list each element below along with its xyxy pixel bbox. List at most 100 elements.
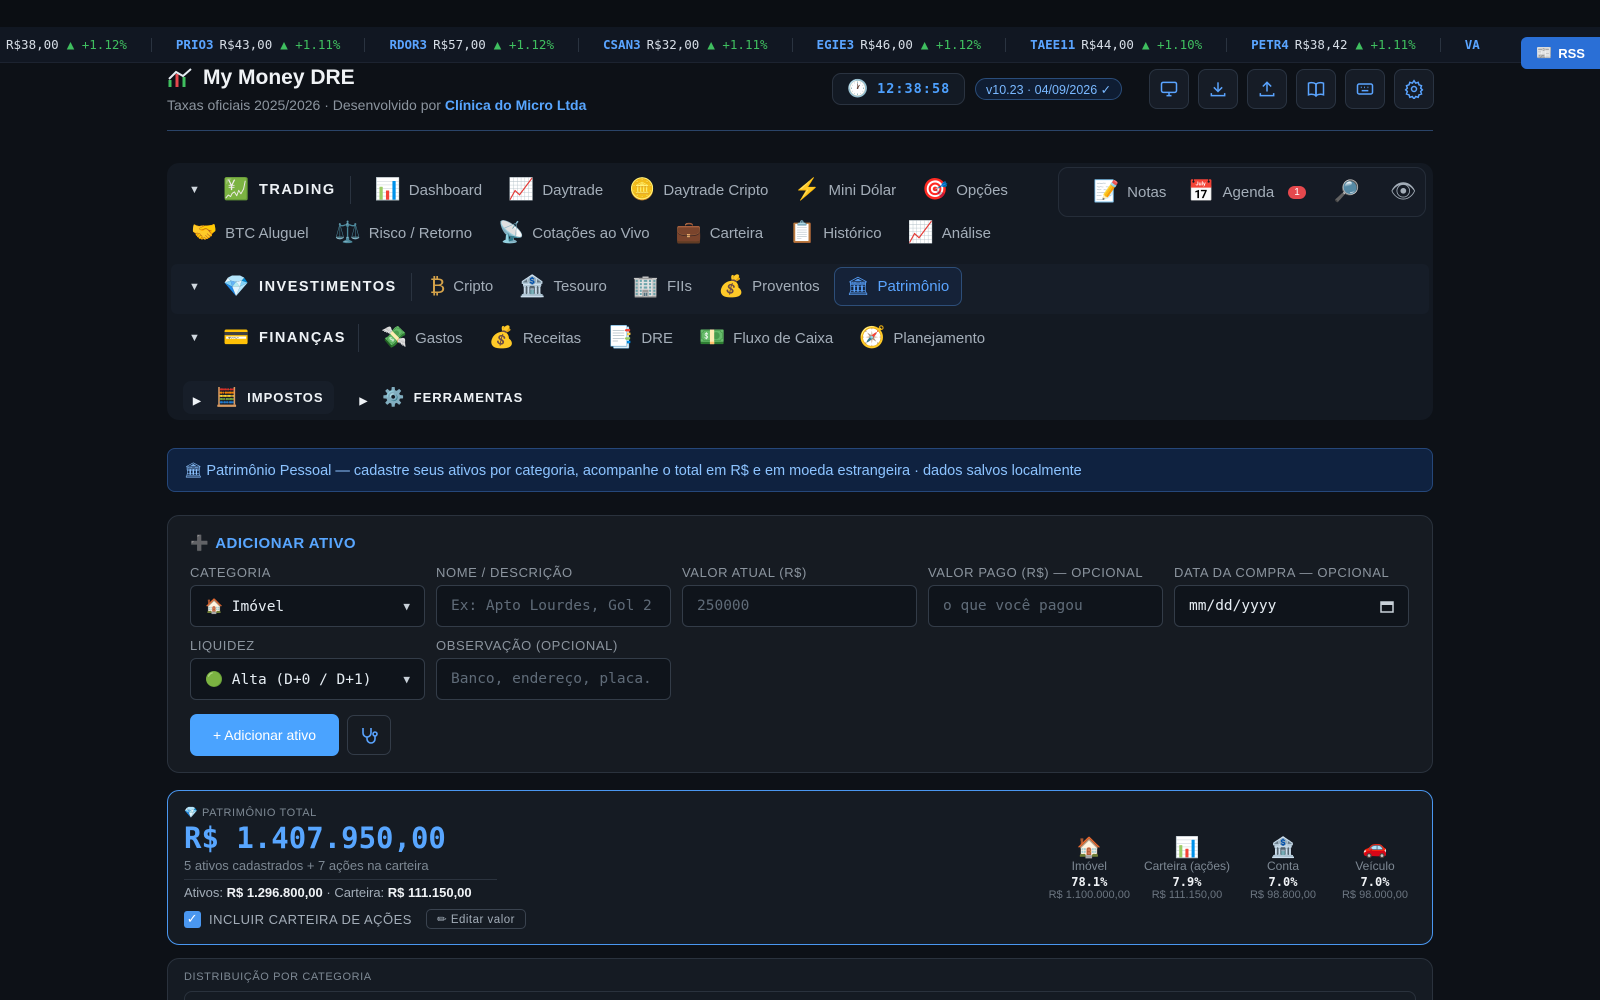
data-placeholder: mm/dd/yyyy [1189,598,1277,614]
category-carteira: 📊 Carteira (ações) 7.9% R$ 111.150,00 [1144,835,1230,901]
version-badge[interactable]: v10.23 · 04/09/2026 ✓ [975,78,1123,100]
notes-button[interactable]: 📝 Notas [1093,180,1166,204]
caret-right-icon: ▶ [359,396,369,407]
manual-button[interactable] [1296,69,1336,109]
nav-risco-retorno[interactable]: ⚖️ Risco / Retorno [335,221,473,245]
nav-gastos[interactable]: 💸 Gastos [381,326,463,350]
pago-input[interactable]: o que você pagou [928,585,1163,627]
total-divider [184,879,497,880]
category-name: Carteira (ações) [1143,859,1230,873]
carteira-value: R$ 111.150,00 [387,885,472,900]
edit-value-button[interactable]: ✏ Editar valor [425,909,526,929]
upload-button[interactable] [1247,69,1287,109]
ticker-item[interactable]: CSAN3 R$32,00 ▲ +1.11% [603,37,817,52]
bar-chart-icon: 📊 [1174,837,1200,859]
nav-planejamento[interactable]: 🧭 Planejamento [859,326,985,350]
rss-button[interactable]: 📰 RSS [1521,37,1600,69]
stethoscope-button[interactable] [347,715,391,755]
ticker-item[interactable]: VA [1465,37,1510,52]
add-asset-button[interactable]: + Adicionar ativo [190,714,339,756]
nav-investimentos-row: ▼ 💎 INVESTIMENTOS ₿ Cripto 🏦 Tesouro 🏢 FIIs 💰… [189,267,988,306]
nav-analise[interactable]: 📈 Análise [908,221,991,245]
group-label: IMPOSTOS [247,390,324,405]
eye-icon[interactable]: 👁 [1390,180,1417,204]
categoria-select[interactable]: 🏠 Imóvel ▼ [190,585,425,627]
valor-input[interactable]: 250000 [682,585,917,627]
chart-yen-icon: 💹 [223,178,252,201]
group-impostos[interactable]: ▶ 🧮 IMPOSTOS [183,381,334,414]
search-icon[interactable]: 🔎 [1334,180,1360,204]
abacus-icon: 🧮 [215,387,240,407]
bitcoin-icon: ₿ [429,274,446,298]
ticker-item[interactable]: EGIE3 R$46,00 ▲ +1.12% [817,37,1031,52]
group-ferramentas[interactable]: ▶ ⚙️ FERRAMENTAS [360,387,524,408]
card-title-text: ADICIONAR ATIVO [215,534,357,552]
data-input[interactable]: mm/dd/yyyy [1174,585,1409,627]
monitor-icon [1160,81,1178,97]
keyboard-shortcuts-button[interactable] [1345,69,1385,109]
nav-cotacoes[interactable]: 📡 Cotações ao Vivo [498,221,649,245]
keyboard-icon [1356,83,1374,95]
nav-dre[interactable]: 📑 DRE [607,326,673,350]
settings-button[interactable] [1394,69,1434,109]
chevron-down-icon: ▼ [403,672,410,686]
include-carteira-label: INCLUIR CARTEIRA DE AÇÕES [209,911,412,927]
category-name: Conta [1266,859,1300,873]
nav-proventos[interactable]: 💰 Proventos [718,275,820,299]
group-investimentos[interactable]: ▼ 💎 INVESTIMENTOS [189,275,397,299]
calendar-icon: 📅 [1188,180,1215,203]
include-carteira-checkbox[interactable]: ✓ [184,910,201,928]
category-percent: 7.0% [1360,875,1390,889]
ticker-item[interactable]: PRIO3 R$43,00 ▲ +1.11% [176,37,390,52]
ticker-item[interactable]: PETR4 R$38,42 ▲ +1.11% [1251,37,1465,52]
nav-historico[interactable]: 📋 Histórico [789,221,882,245]
data-label: DATA DA COMPRA — OPCIONAL [1174,565,1390,580]
caret-down-icon: ▼ [189,184,202,196]
nav-opcoes[interactable]: 🎯 Opções [922,178,1008,202]
liquidez-select[interactable]: 🟢 Alta (D+0 / D+1) ▼ [190,658,425,700]
credit-card-icon: 💳 [223,326,252,349]
card-title: ➕ ADICIONAR ATIVO [190,534,357,553]
developer-link[interactable]: Clínica do Micro Ltda [445,97,587,113]
clock: 🕐 12:38:58 [832,73,965,105]
nav-cripto[interactable]: ₿ Cripto [430,275,494,299]
category-name: Imóvel [1071,859,1107,873]
app-title: My Money DRE [167,66,355,90]
nav-receitas[interactable]: 💰 Receitas [489,326,582,350]
download-button[interactable] [1198,69,1238,109]
compass-icon: 🧭 [859,326,886,349]
nav-daytrade[interactable]: 📈 Daytrade [508,178,603,202]
nav-dashboard[interactable]: 📊 Dashboard [375,178,483,202]
category-summary: 🏠 Imóvel 78.1% R$ 1.100.000,00 📊 Carteira (a… [1049,835,1414,901]
obs-label: OBSERVAÇÃO (OPCIONAL) [436,638,618,653]
nav-carteira[interactable]: 💼 Carteira [676,221,764,245]
total-subtitle: 5 ativos cadastrados + 7 ações na cartei… [184,858,429,873]
calendar-icon[interactable] [1380,599,1394,613]
agenda-button[interactable]: 📅 Agenda 1 [1188,180,1306,204]
nav-fluxo-caixa[interactable]: 💵 Fluxo de Caixa [699,326,833,350]
ticker-item[interactable]: RDOR3 R$57,00 ▲ +1.12% [389,37,603,52]
nav-tesouro[interactable]: 🏦 Tesouro [519,275,607,299]
total-value: R$ 1.407.950,00 [184,821,446,855]
nav-mini-dolar[interactable]: ⚡ Mini Dólar [794,178,896,202]
group-label: FERRAMENTAS [413,390,524,405]
nav-daytrade-cripto[interactable]: 🪙 Daytrade Cripto [629,178,768,202]
group-trading[interactable]: ▼ 💹 TRADING [189,178,336,202]
nav-btc-aluguel[interactable]: 🤝 BTC Aluguel [191,221,309,245]
plus-icon: ➕ [190,535,210,552]
nome-input[interactable]: Ex: Apto Lourdes, Gol 2 [436,585,671,627]
obs-input[interactable]: Banco, endereço, placa. [436,658,671,700]
handshake-icon: 🤝 [191,221,218,244]
group-financas[interactable]: ▼ 💳 FINANÇAS [189,326,346,350]
add-asset-card: ➕ ADICIONAR ATIVO CATEGORIA 🏠 Imóvel ▼ NOM… [167,515,1433,773]
caret-down-icon: ▼ [189,332,202,344]
pago-label: VALOR PAGO (R$) — OPCIONAL [928,565,1144,580]
distribution-card: DISTRIBUIÇÃO POR CATEGORIA [167,958,1433,1000]
ticker-item[interactable]: TAEE11 R$44,00 ▲ +1.10% [1030,37,1251,52]
category-value: R$ 111.150,00 [1151,889,1223,901]
chart-up-icon: 📈 [907,221,934,244]
nav-fiis[interactable]: 🏢 FIIs [633,275,692,299]
present-button[interactable] [1149,69,1189,109]
ticker-item[interactable]: R$38,00 ▲ +1.12% [0,37,176,52]
nav-patrimonio[interactable]: 🏛 Patrimônio [833,267,963,306]
